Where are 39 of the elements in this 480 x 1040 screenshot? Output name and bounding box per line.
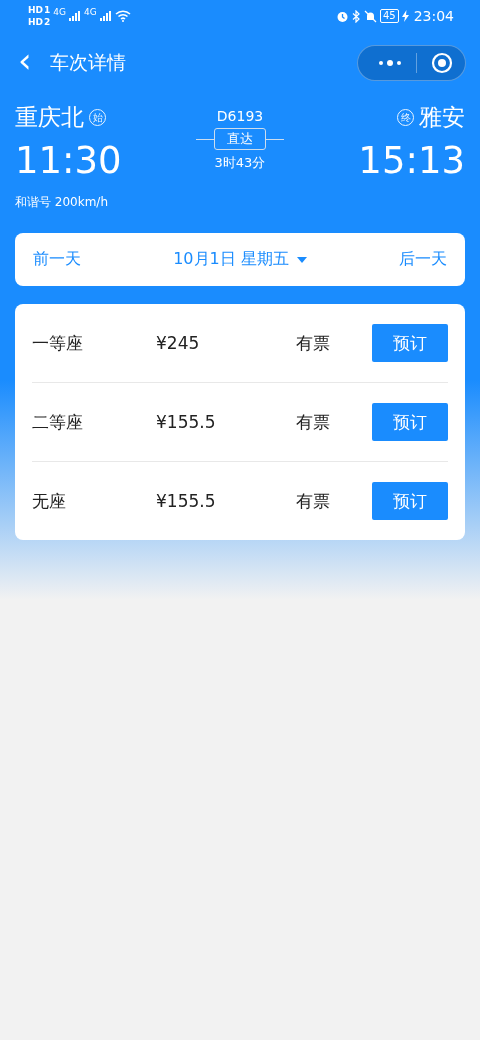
seat-class: 无座 bbox=[32, 489, 67, 513]
seat-class: 一等座 bbox=[32, 331, 84, 355]
page-title: 车次详情 bbox=[49, 50, 127, 75]
signal-icon bbox=[99, 11, 112, 21]
book-button[interactable]: 预订 bbox=[372, 403, 448, 441]
departure-station: 重庆北 bbox=[15, 103, 84, 132]
departure-time: 11:30 bbox=[15, 139, 122, 182]
more-icon[interactable] bbox=[378, 59, 402, 67]
seat-price: ¥245 bbox=[156, 333, 201, 353]
date-picker[interactable]: 10月1日 星期五 bbox=[173, 249, 307, 270]
battery-level: 45 bbox=[379, 9, 399, 23]
seat-price: ¥155.5 bbox=[156, 412, 217, 432]
ticket-availability: 有票 bbox=[296, 489, 331, 513]
network-label: 4G bbox=[84, 6, 97, 17]
seat-class: 二等座 bbox=[32, 410, 84, 434]
previous-day-link[interactable]: 前一天 bbox=[33, 249, 81, 270]
arrival-station: 雅安 bbox=[419, 103, 465, 132]
train-type-badge: 直达 bbox=[214, 128, 266, 150]
sim-label: HD2 bbox=[28, 16, 51, 28]
train-number: D6193 bbox=[216, 108, 264, 124]
alarm-icon bbox=[335, 9, 349, 23]
caret-icon bbox=[296, 256, 307, 263]
seat-price: ¥155.5 bbox=[156, 491, 217, 511]
clock: 23:04 bbox=[413, 8, 454, 24]
network-label: 4G bbox=[53, 6, 66, 17]
bluetooth-icon bbox=[351, 9, 361, 23]
ticket-availability: 有票 bbox=[296, 410, 331, 434]
arrival-time: 15:13 bbox=[358, 139, 465, 182]
train-model: 和谐号 200km/h bbox=[14, 194, 109, 211]
charging-icon bbox=[401, 10, 409, 22]
book-button[interactable]: 预订 bbox=[372, 324, 448, 362]
next-day-link[interactable]: 后一天 bbox=[399, 249, 447, 270]
sim-label: HD 1 bbox=[28, 4, 51, 16]
signal-icon bbox=[69, 11, 81, 21]
ticket-availability: 有票 bbox=[296, 331, 331, 355]
wifi-icon bbox=[114, 10, 131, 22]
back-button[interactable]: ‹ bbox=[14, 45, 36, 81]
trip-duration: 3时43分 bbox=[214, 154, 266, 172]
book-button[interactable]: 预订 bbox=[372, 482, 448, 520]
